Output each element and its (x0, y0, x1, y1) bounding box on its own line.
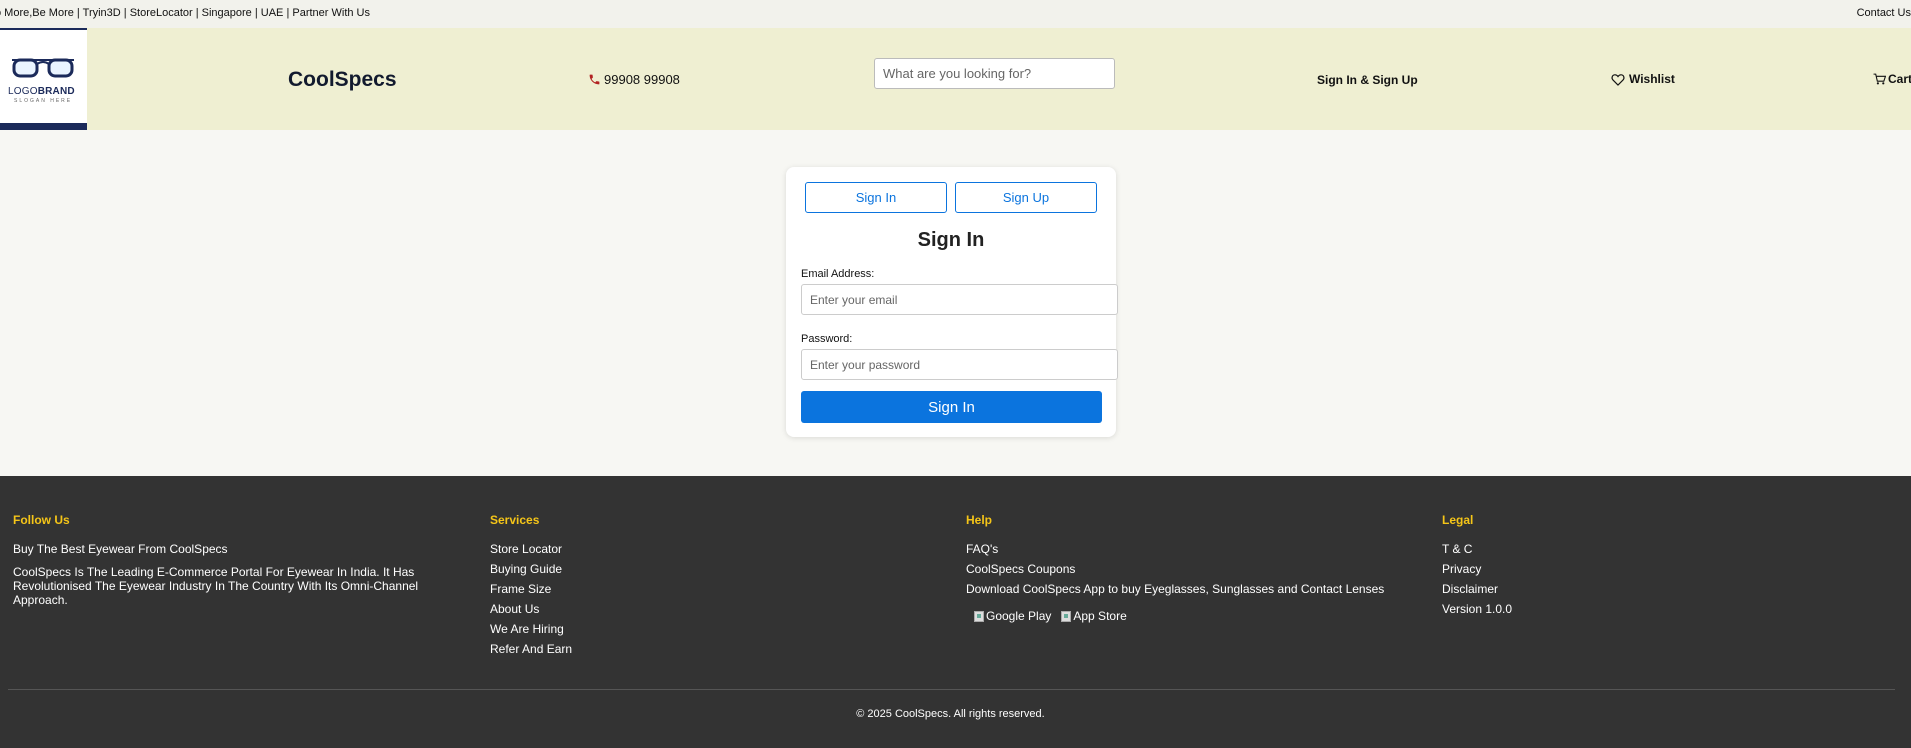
footer-link-disclaimer[interactable]: Disclaimer (1442, 579, 1512, 599)
footer-help-column: Help FAQ's CoolSpecs Coupons Download Co… (966, 513, 1384, 623)
password-field[interactable] (801, 349, 1118, 380)
wishlist-link[interactable]: Wishlist (1611, 72, 1675, 86)
cart-link[interactable]: Cart (1873, 72, 1911, 86)
app-store-badges: Google Play App Store (966, 609, 1384, 623)
site-name[interactable]: CoolSpecs (288, 68, 397, 92)
site-logo[interactable]: LOGOBRAND SLOGAN HERE (0, 28, 87, 130)
form-title: Sign In (917, 229, 985, 251)
search-input[interactable] (874, 58, 1115, 89)
help-heading: Help (966, 513, 993, 527)
footer-legal-column: Legal T & C Privacy Disclaimer Version 1… (1442, 513, 1512, 619)
site-header: LOGOBRAND SLOGAN HERE CoolSpecs 99908 99… (0, 28, 1911, 130)
tab-sign-up[interactable]: Sign Up (955, 182, 1097, 213)
follow-tagline: Buy The Best Eyewear From CoolSpecs (13, 542, 228, 556)
phone-number: 99908 99908 (604, 72, 680, 87)
footer-services-column: Services Store Locator Buying Guide Fram… (490, 513, 572, 659)
phone-contact[interactable]: 99908 99908 (588, 72, 680, 87)
follow-heading: Follow Us (13, 513, 70, 527)
footer-link-about-us[interactable]: About Us (490, 599, 572, 619)
password-label: Password: (801, 333, 853, 345)
logo-strip (0, 123, 87, 128)
footer-link-we-are-hiring[interactable]: We Are Hiring (490, 619, 572, 639)
auth-card: Sign In Sign Up Sign In Email Address: P… (786, 167, 1118, 437)
app-store-badge[interactable]: App Store (1061, 609, 1127, 623)
cart-icon (1873, 73, 1886, 85)
services-heading: Services (490, 513, 540, 527)
logo-tagline: SLOGAN HERE (14, 98, 73, 104)
footer-link-download-app[interactable]: Download CoolSpecs App to buy Eyeglasses… (966, 579, 1384, 599)
glasses-icon (12, 58, 74, 78)
top-bar: o More,Be More | Tryin3D | StoreLocator … (0, 0, 1911, 28)
footer-follow-column: Follow Us Buy The Best Eyewear From Cool… (13, 513, 433, 607)
logo-wordmark: LOGOBRAND (8, 86, 75, 97)
sign-in-button[interactable]: Sign In (801, 391, 1102, 423)
google-play-badge[interactable]: Google Play (974, 609, 1051, 623)
legal-heading: Legal (1442, 513, 1474, 527)
footer-link-buying-guide[interactable]: Buying Guide (490, 559, 572, 579)
email-field[interactable] (801, 284, 1118, 315)
contact-us-link[interactable]: Contact Us (1857, 7, 1911, 19)
footer-link-coupons[interactable]: CoolSpecs Coupons (966, 559, 1384, 579)
footer-link-privacy[interactable]: Privacy (1442, 559, 1512, 579)
phone-icon (589, 74, 600, 85)
footer-divider (8, 689, 1895, 690)
email-label: Email Address: (801, 268, 875, 280)
site-footer: Follow Us Buy The Best Eyewear From Cool… (0, 476, 1911, 748)
heart-icon (1611, 73, 1625, 86)
footer-link-refer-and-earn[interactable]: Refer And Earn (490, 639, 572, 659)
footer-link-terms[interactable]: T & C (1442, 539, 1512, 559)
footer-link-frame-size[interactable]: Frame Size (490, 579, 572, 599)
broken-image-icon (974, 610, 984, 622)
footer-version: Version 1.0.0 (1442, 602, 1513, 616)
footer-link-faqs[interactable]: FAQ's (966, 539, 1384, 559)
follow-description: CoolSpecs Is The Leading E-Commerce Port… (13, 565, 419, 607)
footer-link-store-locator[interactable]: Store Locator (490, 539, 572, 559)
sign-in-sign-up-link[interactable]: Sign In & Sign Up (1317, 73, 1418, 87)
top-bar-links[interactable]: o More,Be More | Tryin3D | StoreLocator … (0, 7, 370, 19)
broken-image-icon (1061, 610, 1072, 622)
cart-label: Cart (1888, 72, 1911, 86)
tab-sign-in[interactable]: Sign In (805, 182, 947, 213)
wishlist-label: Wishlist (1629, 72, 1675, 86)
copyright-text: © 2025 CoolSpecs. All rights reserved. (856, 708, 1045, 720)
